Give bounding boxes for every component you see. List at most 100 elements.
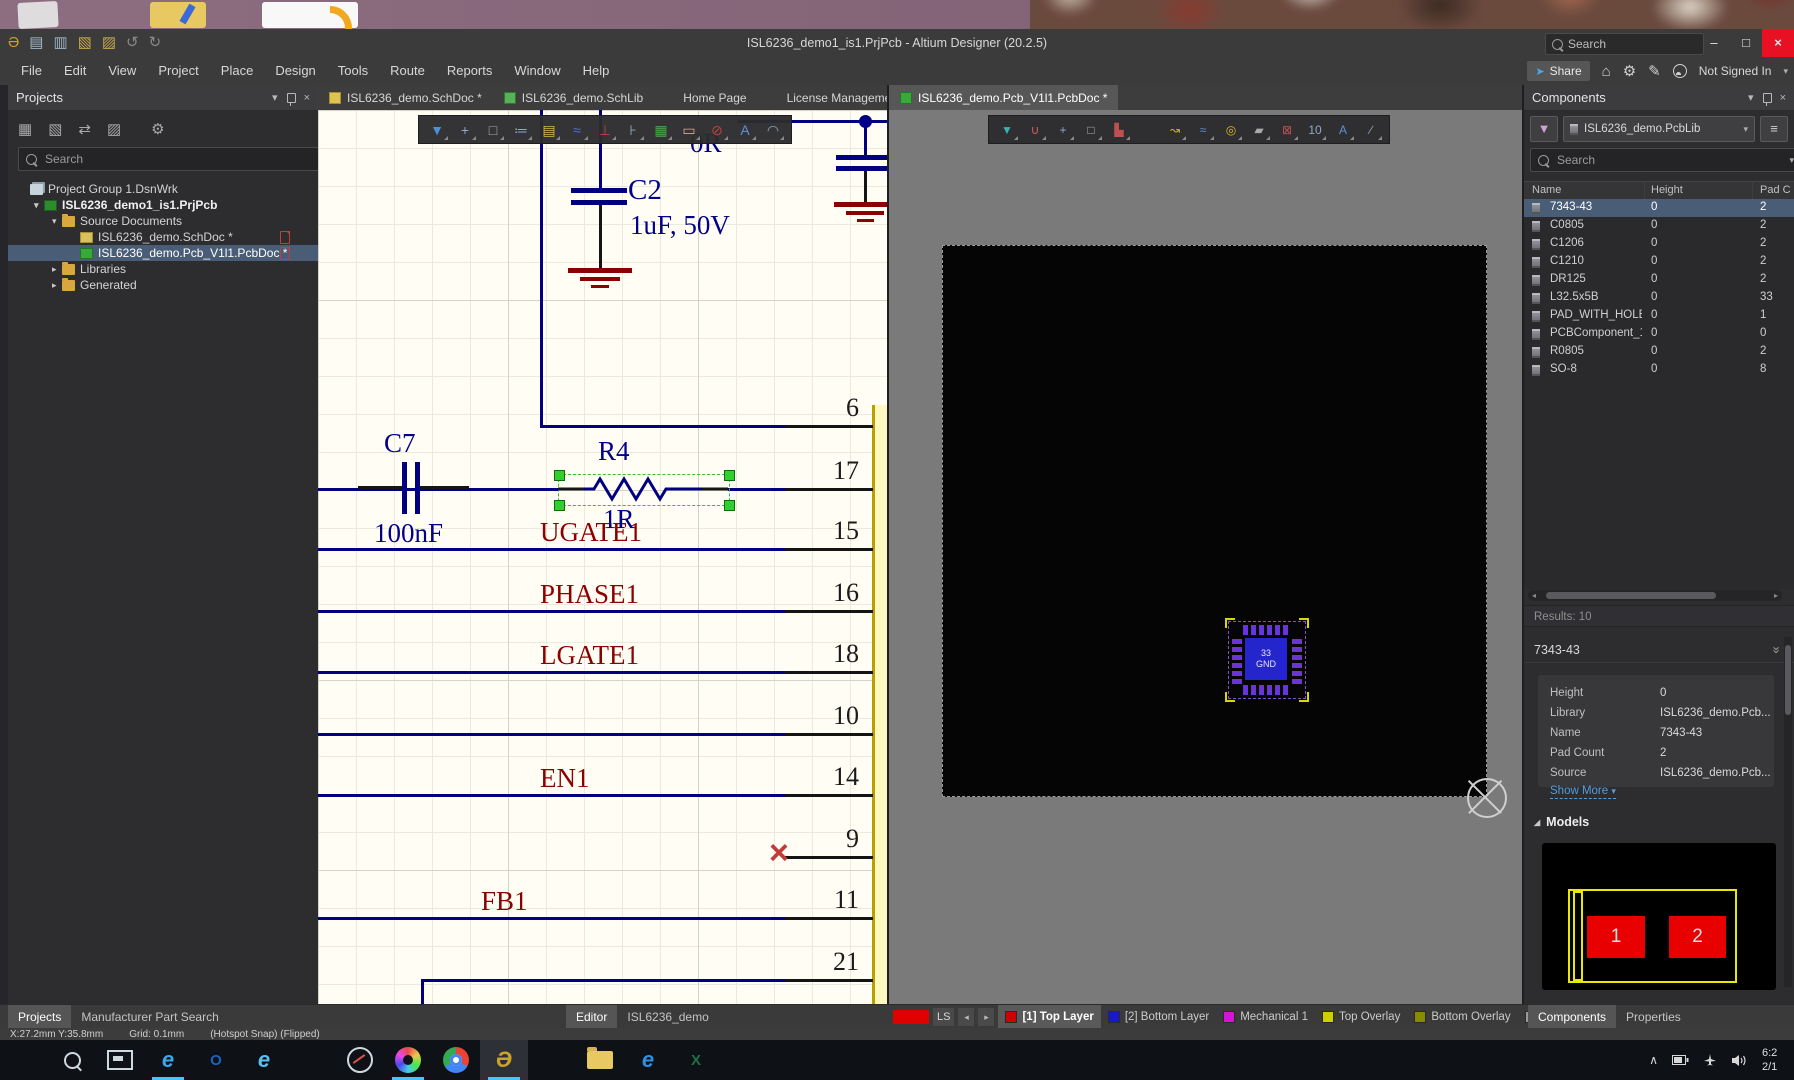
capacitor-plate[interactable] — [836, 155, 887, 160]
wire[interactable] — [421, 982, 424, 1004]
close-panel-icon[interactable]: × — [304, 92, 310, 104]
panel-tab[interactable]: Projects — [8, 1005, 71, 1029]
table-row[interactable]: DR125 0 2 — [1524, 271, 1794, 289]
projects-toolbar-icon[interactable]: ▧ — [48, 120, 62, 138]
document-tab[interactable]: Home Page — [654, 85, 757, 110]
document-tab[interactable]: ISL6236_demo.SchLib — [493, 85, 654, 110]
panel-tab[interactable]: Components — [1528, 1005, 1616, 1029]
ic-pin[interactable] — [785, 425, 873, 428]
vertical-scrollbar[interactable] — [1784, 637, 1792, 987]
panel-tab[interactable]: Properties — [1616, 1005, 1691, 1029]
table-row[interactable]: C1210 0 2 — [1524, 253, 1794, 271]
pcb-tool-icon[interactable]: ▙ — [1107, 119, 1131, 141]
minimize-button[interactable]: – — [1698, 29, 1730, 57]
column-height[interactable]: Height — [1651, 184, 1683, 196]
ic-pin[interactable] — [785, 610, 873, 613]
project-tree-item[interactable]: Project Group 1.DsnWrk — [8, 181, 318, 197]
taskbar-icon[interactable] — [0, 1040, 48, 1080]
wire[interactable] — [864, 122, 867, 155]
document-tab[interactable]: ISL6236_demo.SchDoc * — [318, 85, 493, 110]
schematic-tool-icon[interactable]: A — [733, 119, 757, 141]
panel-options-button[interactable]: ≡ — [1760, 116, 1788, 142]
schematic-tool-icon[interactable]: ⊦ — [621, 119, 645, 141]
schematic-tool-icon[interactable]: ▦ — [649, 119, 673, 141]
pcb-canvas[interactable]: ▼∪+□▙↝≈◎▰⊠10A∕ 33 GND — [889, 110, 1522, 1004]
desktop-icon-folder[interactable] — [150, 2, 206, 28]
panel-menu-icon[interactable]: ▾ — [272, 91, 278, 104]
footprint-preview[interactable]: 1 2 — [1542, 843, 1776, 990]
net-label[interactable]: EN1 — [540, 763, 590, 794]
schematic-tool-icon[interactable]: ◠ — [761, 119, 785, 141]
layer-scroll-left-icon[interactable]: ◂ — [958, 1008, 974, 1026]
tree-expand-icon[interactable]: ▸ — [52, 280, 62, 291]
pin-icon[interactable] — [1763, 93, 1772, 103]
capacitor-c7-plate[interactable] — [402, 462, 407, 514]
menu-item[interactable]: File — [10, 57, 53, 85]
close-panel-icon[interactable]: × — [1780, 92, 1786, 104]
table-row[interactable]: L32.5x5B 0 33 — [1524, 289, 1794, 307]
library-selector[interactable]: ISL6236_demo.PcbLib ▾ — [1563, 116, 1755, 142]
table-row[interactable]: PCBComponent_1 0 0 — [1524, 325, 1794, 343]
layer-set-button[interactable]: LS — [933, 1008, 954, 1026]
signin-chevron-icon[interactable]: ▾ — [1783, 66, 1788, 77]
active-layer-swatch[interactable] — [893, 1010, 929, 1024]
panel-tab[interactable]: Manufacturer Part Search — [71, 1005, 228, 1029]
tree-expand-icon[interactable]: ▸ — [52, 264, 62, 275]
taskbar-icon[interactable] — [48, 1040, 96, 1080]
schematic-tool-icon[interactable]: ▤ — [537, 119, 561, 141]
titlebar-icon[interactable]: ▨ — [102, 29, 116, 57]
selection-handle[interactable] — [554, 470, 565, 481]
designator-c7[interactable]: C7 — [384, 428, 416, 459]
ic-pin[interactable] — [785, 488, 873, 491]
pen-icon[interactable]: ✎ — [1648, 62, 1661, 80]
pcb-tool-icon[interactable]: ▰ — [1247, 119, 1271, 141]
menu-item[interactable]: View — [97, 57, 147, 85]
table-row[interactable]: SO-8 0 8 — [1524, 361, 1794, 379]
menu-item[interactable]: Design — [264, 57, 326, 85]
layer-tab[interactable]: [2] Bottom Layer — [1101, 1005, 1216, 1029]
horizontal-scrollbar[interactable]: ◂ ▸ — [1528, 590, 1782, 601]
value-c7[interactable]: 100nF — [374, 518, 443, 549]
pcb-tool-icon[interactable]: 10 — [1303, 119, 1327, 141]
close-button[interactable]: × — [1762, 29, 1794, 57]
show-more-link[interactable]: Show More ▾ — [1550, 785, 1616, 799]
pcb-board[interactable]: 33 GND — [942, 245, 1487, 797]
selection-handle[interactable] — [724, 500, 735, 511]
project-tree-item[interactable]: ISL6236_demo.Pcb_V1l1.PcbDoc * — [8, 245, 318, 261]
document-tab[interactable]: License Management — [758, 85, 887, 110]
layer-tab[interactable]: Bottom Overlay — [1407, 1005, 1517, 1029]
value-c2[interactable]: 1uF, 50V — [630, 210, 730, 241]
tree-expand-icon[interactable]: ▾ — [34, 200, 44, 211]
schematic-tool-icon[interactable]: ▼ — [425, 119, 449, 141]
user-icon[interactable] — [1673, 64, 1687, 78]
scroll-right-icon[interactable]: ▸ — [1774, 590, 1778, 601]
taskbar-icon[interactable]: O — [192, 1040, 240, 1080]
global-search-input[interactable]: Search — [1545, 33, 1704, 55]
desktop-icon-recycle-bin[interactable] — [17, 1, 58, 29]
ic-body-edge[interactable] — [872, 405, 887, 1004]
ic-pin[interactable] — [785, 979, 873, 982]
resistor-r4[interactable] — [558, 474, 728, 504]
net-label[interactable]: LGATE1 — [540, 640, 639, 671]
taskbar-icon[interactable]: e — [144, 1040, 192, 1080]
taskbar-icon[interactable] — [288, 1040, 336, 1080]
schematic-tool-icon[interactable]: □ — [481, 119, 505, 141]
designator-c2[interactable]: C2 — [628, 174, 662, 207]
taskbar-icon[interactable]: Ə — [480, 1040, 528, 1080]
layer-tab[interactable]: Mechanical 1 — [1216, 1005, 1315, 1029]
editor-tab[interactable]: Editor — [566, 1005, 617, 1029]
layer-tab[interactable]: Top Overlay — [1315, 1005, 1407, 1029]
pcb-tool-icon[interactable]: ◎ — [1219, 119, 1243, 141]
taskbar-icon[interactable] — [96, 1040, 144, 1080]
titlebar-icon[interactable]: ↻ — [149, 29, 162, 57]
schematic-tool-icon[interactable]: + — [453, 119, 477, 141]
titlebar-icon[interactable]: ↺ — [126, 29, 139, 57]
components-search-input[interactable] — [1555, 152, 1783, 168]
project-tree-item[interactable]: ▾ ISL6236_demo1_is1.PrjPcb — [8, 197, 318, 213]
net-label[interactable]: FB1 — [481, 886, 528, 917]
home-icon[interactable]: ⌂ — [1602, 63, 1611, 80]
maximize-button[interactable]: □ — [1730, 29, 1762, 57]
layer-tab[interactable]: [1] Top Layer — [998, 1005, 1100, 1029]
menu-item[interactable]: Place — [210, 57, 265, 85]
desktop-icon-document[interactable] — [262, 2, 358, 28]
